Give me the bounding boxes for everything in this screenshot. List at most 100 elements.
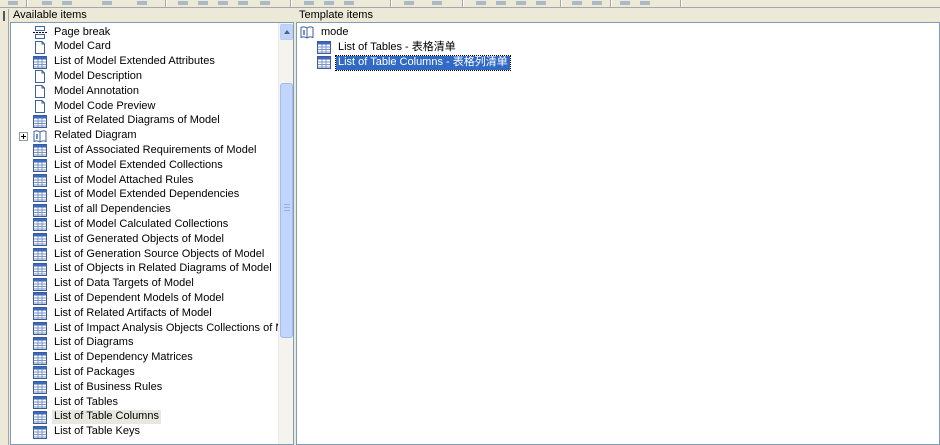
vertical-scrollbar[interactable]: [278, 23, 293, 444]
tree-item[interactable]: List of Table Columns - 表格列清单: [317, 54, 511, 71]
list-table-icon: [317, 41, 331, 54]
toolbar-button[interactable]: [474, 0, 488, 6]
list-table-icon: [33, 218, 47, 232]
template-items-tree[interactable]: mode List of Tables - 表格清单 List of Table C…: [296, 22, 940, 445]
toolbar-separator: [26, 0, 28, 7]
tree-item-label: List of Business Rules: [54, 380, 163, 393]
list-table-icon: [317, 56, 331, 69]
toolbar-button[interactable]: [40, 0, 54, 6]
tree-item-label: List of Objects in Related Diagrams of M…: [54, 262, 272, 275]
tree-item[interactable]: List of Business Rules: [33, 380, 164, 395]
tree-item[interactable]: List of Model Extended Dependencies: [33, 188, 241, 203]
toolbar-separator: [290, 0, 292, 7]
tree-item[interactable]: List of Table Keys: [33, 425, 142, 440]
tree-item[interactable]: List of Objects in Related Diagrams of M…: [33, 262, 274, 277]
toolbar-separator: [462, 0, 464, 7]
scroll-up-button[interactable]: [280, 24, 293, 40]
page-break-icon: [33, 26, 47, 39]
toolbar-button[interactable]: [196, 0, 210, 6]
available-items-tree[interactable]: Page break Model Card List of Model Extend…: [10, 22, 294, 445]
toolbar-separator: [610, 0, 612, 7]
toolbar-button[interactable]: [402, 0, 416, 6]
available-items-header: Available items: [13, 9, 87, 21]
list-table-icon: [33, 174, 47, 187]
toolbar-button[interactable]: [258, 0, 272, 6]
tree-item[interactable]: List of Table Columns: [33, 410, 161, 425]
toolbar-button[interactable]: [60, 0, 74, 6]
tree-item-label: mode: [321, 25, 349, 38]
left-gutter: [0, 9, 9, 445]
tree-item-label: List of Packages: [54, 365, 135, 378]
tree-item[interactable]: List of Diagrams: [33, 336, 135, 351]
tree-item-label: List of Dependent Models of Model: [54, 291, 224, 304]
tree-item-label: Model Description: [54, 69, 143, 82]
toolbar-button[interactable]: [342, 0, 356, 6]
toolbar-button[interactable]: [176, 0, 190, 6]
expand-plus-icon[interactable]: [19, 131, 28, 141]
tree-item[interactable]: List of Packages: [33, 365, 137, 380]
toolbar-button[interactable]: [514, 0, 528, 6]
tree-item[interactable]: Model Card: [33, 40, 113, 55]
list-table-icon: [33, 322, 47, 335]
scrollbar-grip: [284, 207, 290, 208]
document-icon: [33, 100, 47, 113]
tree-item-label: List of Tables: [54, 395, 119, 408]
scrollbar-thumb[interactable]: [280, 83, 293, 338]
list-table-icon: [33, 351, 47, 365]
tree-item-label: List of Generation Source Objects of Mod…: [54, 247, 265, 260]
tree-item-label: List of Table Keys: [54, 425, 141, 438]
tree-item[interactable]: Page break: [33, 25, 112, 40]
tree-item[interactable]: List of Generated Objects of Model: [33, 232, 226, 247]
toolbar-button[interactable]: [618, 0, 632, 6]
toolbar-button[interactable]: [322, 0, 336, 6]
tree-item[interactable]: List of Model Calculated Collections: [33, 217, 230, 232]
arrow-up-icon: [284, 30, 290, 34]
tree-item[interactable]: List of Data Targets of Model: [33, 277, 196, 292]
tree-item[interactable]: List of Associated Requirements of Model: [33, 143, 258, 158]
toolbar-button[interactable]: [302, 0, 316, 6]
tree-item[interactable]: List of Impact Analysis Objects Collecti…: [33, 321, 294, 336]
toolbar-separator: [390, 0, 392, 7]
tree-item[interactable]: List of Related Diagrams of Model: [33, 114, 222, 129]
tree-item[interactable]: List of Generation Source Objects of Mod…: [33, 247, 266, 262]
toolbar-button[interactable]: [6, 0, 20, 6]
toolbar-separator: [680, 0, 682, 7]
tree-item[interactable]: Model Code Preview: [33, 99, 158, 114]
tree-item[interactable]: List of Model Extended Collections: [33, 158, 225, 173]
tree-item[interactable]: List of Dependent Models of Model: [33, 291, 226, 306]
list-table-icon: [33, 159, 47, 173]
tree-item[interactable]: Model Annotation: [33, 84, 141, 99]
toolbar-button[interactable]: [590, 0, 604, 6]
toolbar-button[interactable]: [534, 0, 548, 6]
toolbar-button[interactable]: [494, 0, 508, 6]
toolbar-button[interactable]: [570, 0, 584, 6]
tree-item-label: List of Model Attached Rules: [54, 173, 194, 186]
tree-item[interactable]: List of all Dependencies: [33, 203, 173, 218]
tree-item[interactable]: List of Related Artifacts of Model: [33, 306, 214, 321]
tree-item-label: List of Impact Analysis Objects Collecti…: [54, 321, 294, 334]
tree-item[interactable]: Model Description: [33, 69, 144, 84]
toolbar-button[interactable]: [638, 0, 652, 6]
tree-item-label: List of Associated Requirements of Model: [54, 143, 257, 156]
list-table-icon: [33, 188, 47, 202]
toolbar-button[interactable]: [430, 0, 444, 6]
tree-item-label: List of Generated Objects of Model: [54, 232, 224, 245]
tree-item-label: List of Model Extended Collections: [54, 158, 223, 171]
toolbar-button[interactable]: [135, 0, 149, 6]
tree-item-label: List of Table Columns: [52, 410, 161, 425]
tree-item[interactable]: List of Model Attached Rules: [33, 173, 195, 188]
tree-item-label: List of Dependency Matrices: [54, 351, 193, 364]
list-table-icon: [33, 410, 47, 424]
list-table-icon: [33, 55, 47, 69]
tree-item-label: Model Code Preview: [54, 99, 156, 112]
tree-item[interactable]: mode: [300, 25, 351, 40]
toolbar-button[interactable]: [236, 0, 250, 6]
toolbar-button[interactable]: [216, 0, 230, 6]
tree-item[interactable]: Related Diagram: [33, 129, 139, 144]
tree-item[interactable]: List of Dependency Matrices: [33, 351, 195, 366]
tree-item[interactable]: List of Model Extended Attributes: [33, 55, 217, 70]
tree-item[interactable]: List of Tables: [33, 395, 120, 410]
gutter-marker: [3, 11, 5, 21]
toolbar-button[interactable]: [100, 0, 114, 6]
tree-item[interactable]: List of Tables - 表格清单: [317, 40, 458, 55]
